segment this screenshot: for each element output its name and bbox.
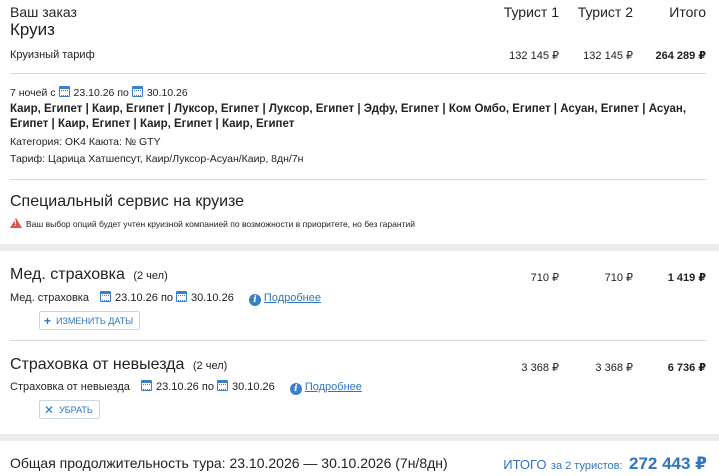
- order-label: Ваш заказ: [10, 4, 77, 20]
- insurance-card: Мед. страховка (2 чел) 710 ₽ 710 ₽ 1 419…: [0, 251, 719, 434]
- nonexit-insurance-header: Страховка от невыезда (2 чел): [10, 356, 227, 374]
- total-label: ИТОГО: [503, 457, 547, 472]
- grand-total: ИТОГО за 2 туристов: 272 443 ₽: [503, 454, 707, 474]
- nonexit-t1: 3 368 ₽: [521, 362, 559, 374]
- med-sub-label: Мед. страховка: [10, 292, 89, 304]
- nonexit-more-link[interactable]: Подробнее: [305, 381, 362, 393]
- date-to: 30.10.26: [146, 87, 188, 99]
- med-insurance-header: Мед. страховка (2 чел): [10, 266, 168, 284]
- change-dates-button[interactable]: + ИЗМЕНИТЬ ДАТЫ: [39, 311, 141, 330]
- total-for: за 2 туристов:: [550, 460, 623, 472]
- plus-icon: +: [44, 313, 52, 328]
- col-tourist-1: Турист 1: [503, 4, 559, 20]
- med-date-from: 23.10.26: [115, 292, 158, 304]
- med-more-link[interactable]: Подробнее: [264, 292, 321, 304]
- special-warning: Ваш выбор опций будет учтен круизной ком…: [10, 218, 415, 229]
- med-t2: 710 ₽: [604, 272, 633, 284]
- med-title: Мед. страховка: [10, 266, 125, 283]
- change-dates-label: ИЗМЕНИТЬ ДАТЫ: [56, 315, 134, 326]
- calendar-icon: [131, 86, 143, 97]
- special-service-title: Специальный сервис на круизе: [10, 193, 245, 210]
- route-line-2: Египет | Каир, Египет | Каир, Египет | К…: [10, 118, 295, 130]
- nonexit-t2: 3 368 ₽: [595, 362, 633, 374]
- nonexit-date-by: по: [201, 381, 214, 393]
- category-cabin: Категория: OK4 Каюта: № GTY: [10, 136, 161, 148]
- nonexit-date-from: 23.10.26: [155, 381, 199, 393]
- warning-icon: [10, 218, 22, 228]
- tour-duration: Общая продолжительность тура: 23.10.2026…: [10, 455, 448, 471]
- nonexit-count: (2 чел): [192, 360, 228, 372]
- med-details: Мед. страховка 23.10.26 по 30.10.26 i Подр…: [10, 291, 321, 306]
- nonexit-title: Страховка от невыезда: [10, 356, 185, 373]
- remove-label: УБРАТЬ: [59, 404, 93, 415]
- divider: [10, 73, 706, 74]
- tariff-t2: 132 145 ₽: [583, 50, 633, 62]
- med-date-by: по: [160, 292, 174, 304]
- total-value: 272 443 ₽: [628, 454, 707, 473]
- nonexit-details: Страховка от невыезда 23.10.26 по 30.10.2…: [10, 380, 362, 395]
- info-icon: i: [289, 383, 302, 395]
- calendar-icon: [216, 380, 228, 391]
- tariff-label: Круизный тариф: [10, 49, 95, 61]
- warning-text: Ваш выбор опций будет учтен круизной ком…: [26, 219, 415, 229]
- footer: Общая продолжительность тура: 23.10.2026…: [0, 441, 719, 476]
- med-t1: 710 ₽: [530, 272, 559, 284]
- nonexit-date-to: 30.10.26: [231, 381, 275, 393]
- nonexit-total: 6 736 ₽: [667, 362, 706, 374]
- col-total: Итого: [669, 4, 706, 20]
- med-count: (2 чел): [133, 270, 168, 282]
- col-tourist-2: Турист 2: [577, 4, 633, 20]
- calendar-icon: [100, 291, 112, 302]
- calendar-icon: [176, 291, 188, 302]
- date-by: по: [117, 87, 129, 99]
- close-icon: ✕: [44, 402, 55, 417]
- med-date-to: 30.10.26: [191, 292, 234, 304]
- med-more[interactable]: i Подробнее: [248, 292, 321, 306]
- nonexit-sub-label: Страховка от невыезда: [10, 381, 130, 393]
- order-card: Ваш заказ Круиз Турист 1 Турист 2 Итого …: [0, 0, 719, 244]
- info-icon: i: [248, 294, 261, 306]
- date-from: 23.10.26: [73, 87, 115, 99]
- nonexit-more[interactable]: i Подробнее: [289, 381, 362, 395]
- cruise-dates: 7 ночей с 23.10.26 по 30.10.26: [10, 86, 188, 99]
- calendar-icon: [58, 86, 70, 97]
- cruise-title: Круиз: [10, 20, 55, 39]
- divider: [10, 179, 706, 180]
- route-line-1: Каир, Египет | Каир, Египет | Луксор, Ег…: [10, 103, 687, 115]
- nights-text: 7 ночей с: [10, 87, 56, 99]
- calendar-icon: [140, 380, 152, 391]
- tariff-t1: 132 145 ₽: [509, 50, 559, 62]
- tariff-name: Тариф: Царица Хатшепсут, Каир/Луксор-Асу…: [10, 153, 304, 165]
- tariff-total: 264 289 ₽: [655, 50, 706, 62]
- remove-button[interactable]: ✕ УБРАТЬ: [39, 400, 100, 419]
- divider: [10, 340, 706, 341]
- med-total: 1 419 ₽: [667, 272, 706, 284]
